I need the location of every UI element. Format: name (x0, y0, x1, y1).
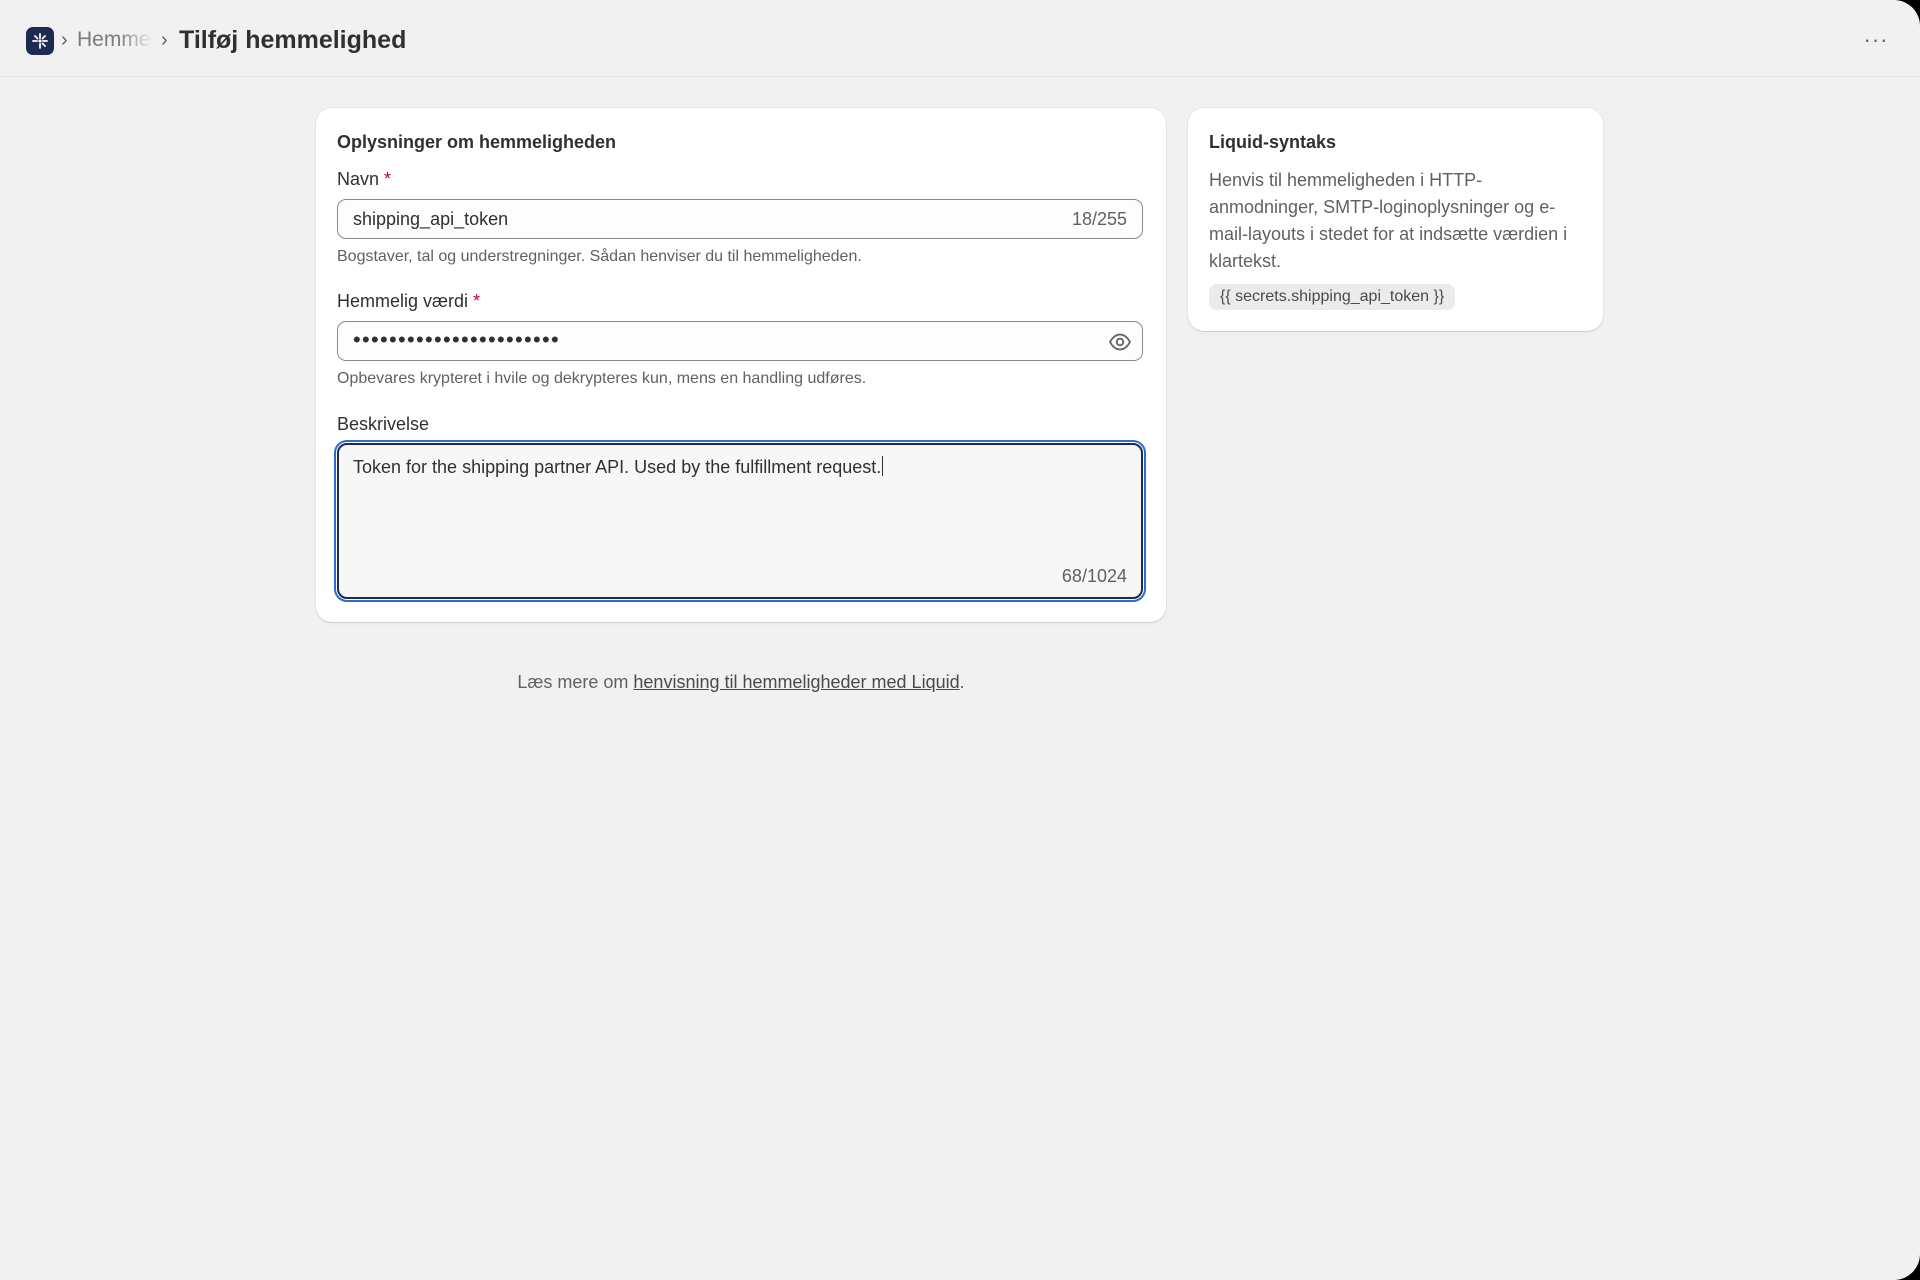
breadcrumb-separator-icon: › (161, 29, 168, 51)
liquid-card-title: Liquid-syntaks (1209, 132, 1337, 152)
required-marker: * (473, 291, 481, 311)
name-field-label: Navn * (337, 169, 391, 190)
required-marker: * (384, 169, 392, 189)
card-title: Oplysninger om hemmeligheden (337, 132, 617, 152)
learn-more-note: Læs mere om henvisning til hemmeligheder… (0, 672, 1482, 693)
description-textarea[interactable]: Token for the shipping partner API. Used… (334, 440, 1146, 602)
sparkle-icon (32, 33, 48, 49)
liquid-syntax-card: Liquid-syntaks Henvis til hemmeligheden … (1188, 108, 1603, 331)
show-secret-button[interactable] (1108, 331, 1132, 353)
masked-secret-value: ••••••••••••••••••••••• (353, 327, 561, 352)
app-window: › Hemmeligheder › Tilføj hemmelighed ···… (0, 0, 1920, 1280)
name-input-value: shipping_api_token (353, 209, 509, 229)
more-actions-button[interactable]: ··· (1860, 26, 1892, 54)
name-input[interactable]: shipping_api_token 18/255 (337, 199, 1143, 239)
eye-icon (1108, 333, 1132, 351)
breadcrumb-parent-link[interactable]: Hemmeligheder (77, 26, 153, 54)
description-text: Token for the shipping partner API. Used… (353, 457, 882, 477)
liquid-secrets-help-link[interactable]: henvisning til hemmeligheder med Liquid (633, 672, 959, 692)
app-logo-icon[interactable] (26, 27, 54, 55)
top-bar: › Hemmeligheder › Tilføj hemmelighed ··· (0, 0, 1920, 77)
learn-more-suffix: . (959, 672, 965, 692)
name-help-text: Bogstaver, tal og understregninger. Såda… (337, 248, 862, 265)
text-caret (882, 456, 884, 476)
secret-details-card: Oplysninger om hemmeligheden Navn * ship… (316, 108, 1166, 622)
breadcrumb-separator-icon: › (61, 29, 68, 51)
name-char-count: 18/255 (1071, 209, 1127, 229)
learn-more-prefix: Læs mere om (517, 672, 634, 692)
page-title: Tilføj hemmelighed (179, 26, 407, 54)
liquid-code-snippet: {{ secrets.shipping_api_token }} (1209, 284, 1456, 310)
description-field-label: Beskrivelse (337, 414, 430, 434)
label-text: Navn (337, 169, 380, 189)
secret-help-text: Opbevares krypteret i hvile og dekrypter… (337, 370, 867, 387)
secret-value-input[interactable]: ••••••••••••••••••••••• (337, 321, 1143, 361)
label-text: Hemmelig værdi (337, 291, 469, 311)
ellipsis-icon: ··· (1863, 27, 1889, 52)
secret-field-label: Hemmelig værdi * (337, 291, 480, 312)
liquid-card-body: Henvis til hemmeligheden i HTTP-anmodnin… (1209, 170, 1568, 271)
description-char-count: 68/1024 (1061, 566, 1127, 586)
description-value: Token for the shipping partner API. Used… (353, 456, 884, 478)
